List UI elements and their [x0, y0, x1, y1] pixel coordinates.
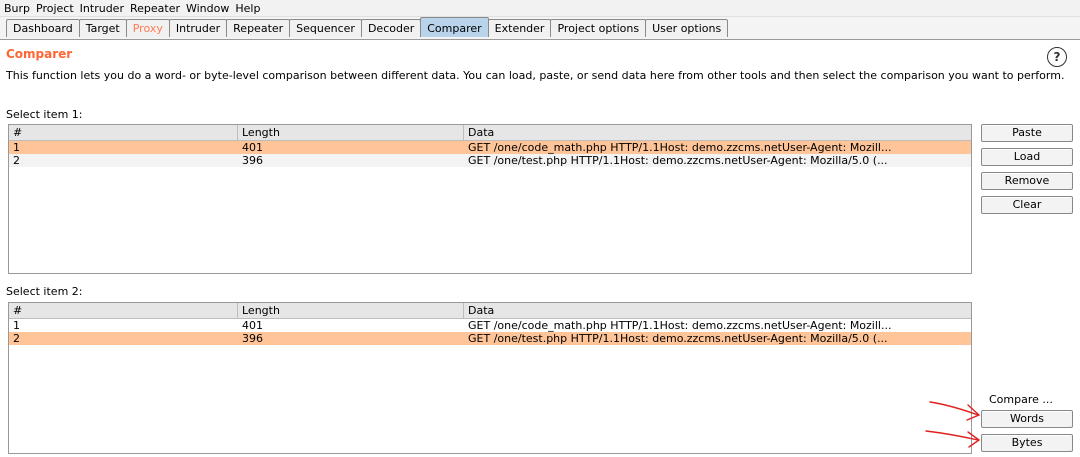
- row-data: GET /one/code_math.php HTTP/1.1Host: dem…: [468, 319, 892, 332]
- select-item-1-label: Select item 1:: [6, 108, 83, 121]
- tab-user-options[interactable]: User options: [645, 19, 729, 37]
- bytes-button[interactable]: Bytes: [981, 434, 1073, 452]
- compare-label: Compare ...: [989, 393, 1053, 406]
- table-row[interactable]: 2 396 GET /one/test.php HTTP/1.1Host: de…: [9, 154, 971, 167]
- tab-intruder[interactable]: Intruder: [168, 19, 228, 37]
- tab-comparer[interactable]: Comparer: [420, 17, 489, 37]
- column-header-length[interactable]: Length: [238, 125, 464, 140]
- row-num: 2: [13, 332, 20, 345]
- row-num: 2: [13, 154, 20, 167]
- page-title: Comparer: [6, 47, 73, 61]
- tab-project-options[interactable]: Project options: [550, 19, 647, 37]
- paste-button[interactable]: Paste: [981, 124, 1073, 142]
- tab-bar: Dashboard Target Proxy Intruder Repeater…: [0, 17, 1080, 40]
- item-1-table[interactable]: # Length Data 1 401 GET /one/code_math.p…: [8, 124, 972, 274]
- column-header-num[interactable]: #: [9, 303, 238, 318]
- menu-project[interactable]: Project: [32, 2, 76, 15]
- table-row[interactable]: 1 401 GET /one/code_math.php HTTP/1.1Hos…: [9, 319, 971, 332]
- row-data: GET /one/code_math.php HTTP/1.1Host: dem…: [468, 141, 892, 154]
- help-icon[interactable]: ?: [1047, 47, 1067, 67]
- table-header: # Length Data: [9, 303, 971, 319]
- row-data: GET /one/test.php HTTP/1.1Host: demo.zzc…: [468, 332, 888, 345]
- menu-burp[interactable]: Burp: [0, 2, 32, 15]
- annotation-arrow-words-icon: [929, 401, 979, 416]
- select-item-2-label: Select item 2:: [6, 285, 83, 298]
- tab-decoder[interactable]: Decoder: [360, 19, 422, 37]
- table-row[interactable]: 1 401 GET /one/code_math.php HTTP/1.1Hos…: [9, 141, 971, 154]
- clear-button[interactable]: Clear: [981, 196, 1073, 214]
- remove-button[interactable]: Remove: [981, 172, 1073, 190]
- menu-repeater[interactable]: Repeater: [126, 2, 182, 15]
- row-data: GET /one/test.php HTTP/1.1Host: demo.zzc…: [468, 154, 888, 167]
- row-length: 396: [242, 332, 263, 345]
- row-num: 1: [13, 141, 20, 154]
- red-arrow-annotations: [925, 401, 980, 448]
- row-length: 401: [242, 141, 263, 154]
- menu-help[interactable]: Help: [231, 2, 262, 15]
- words-button[interactable]: Words: [981, 410, 1073, 428]
- table-header: # Length Data: [9, 125, 971, 141]
- item-2-table[interactable]: # Length Data 1 401 GET /one/code_math.p…: [8, 302, 972, 454]
- menu-window[interactable]: Window: [182, 2, 231, 15]
- column-header-data[interactable]: Data: [464, 303, 969, 318]
- column-header-num[interactable]: #: [9, 125, 238, 140]
- menu-bar: Burp Project Intruder Repeater Window He…: [0, 0, 1080, 17]
- tab-target[interactable]: Target: [78, 19, 127, 37]
- column-header-length[interactable]: Length: [238, 303, 464, 318]
- tab-repeater[interactable]: Repeater: [226, 19, 291, 37]
- menu-intruder[interactable]: Intruder: [76, 2, 126, 15]
- tab-dashboard[interactable]: Dashboard: [6, 19, 80, 37]
- annotation-arrow-bytes-icon: [925, 430, 979, 441]
- table-row[interactable]: 2 396 GET /one/test.php HTTP/1.1Host: de…: [9, 332, 971, 345]
- load-button[interactable]: Load: [981, 148, 1073, 166]
- row-num: 1: [13, 319, 20, 332]
- tab-sequencer[interactable]: Sequencer: [289, 19, 362, 37]
- row-length: 401: [242, 319, 263, 332]
- column-header-data[interactable]: Data: [464, 125, 969, 140]
- tab-extender[interactable]: Extender: [487, 19, 552, 37]
- tab-proxy[interactable]: Proxy: [125, 19, 170, 37]
- row-length: 396: [242, 154, 263, 167]
- description-text: This function lets you do a word- or byt…: [6, 69, 1065, 82]
